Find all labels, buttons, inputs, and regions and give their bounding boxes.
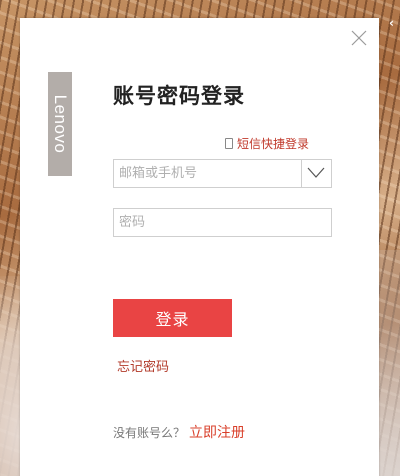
sms-login-link[interactable]: 短信快捷登录 — [224, 135, 309, 152]
register-link[interactable]: 立即注册 — [189, 425, 245, 441]
login-window: ‹ Lenovo 账号密码登录 短信快捷登录 登录 — [0, 0, 400, 476]
account-input[interactable] — [114, 160, 303, 187]
phone-icon — [224, 138, 233, 149]
password-field — [113, 208, 332, 237]
close-icon[interactable] — [351, 30, 367, 46]
account-dropdown-button[interactable] — [301, 160, 331, 187]
brand-logo-text: Lenovo — [51, 94, 70, 154]
page-title: 账号密码登录 — [113, 84, 245, 108]
register-prompt: 没有账号么？ — [113, 426, 186, 440]
brand-logo: Lenovo — [48, 72, 72, 176]
register-row: 没有账号么？ 立即注册 — [113, 422, 245, 442]
chevron-left-icon: ‹ — [389, 16, 394, 30]
forgot-password-link[interactable]: 忘记密码 — [117, 356, 169, 375]
chevron-down-icon — [307, 167, 325, 178]
account-field — [113, 159, 332, 188]
login-panel: Lenovo 账号密码登录 短信快捷登录 登录 忘记密码 没有账号么？立即注册 — [20, 18, 379, 476]
login-button[interactable]: 登录 — [113, 299, 232, 337]
sms-login-label: 短信快捷登录 — [236, 137, 309, 151]
password-input[interactable] — [114, 209, 331, 236]
